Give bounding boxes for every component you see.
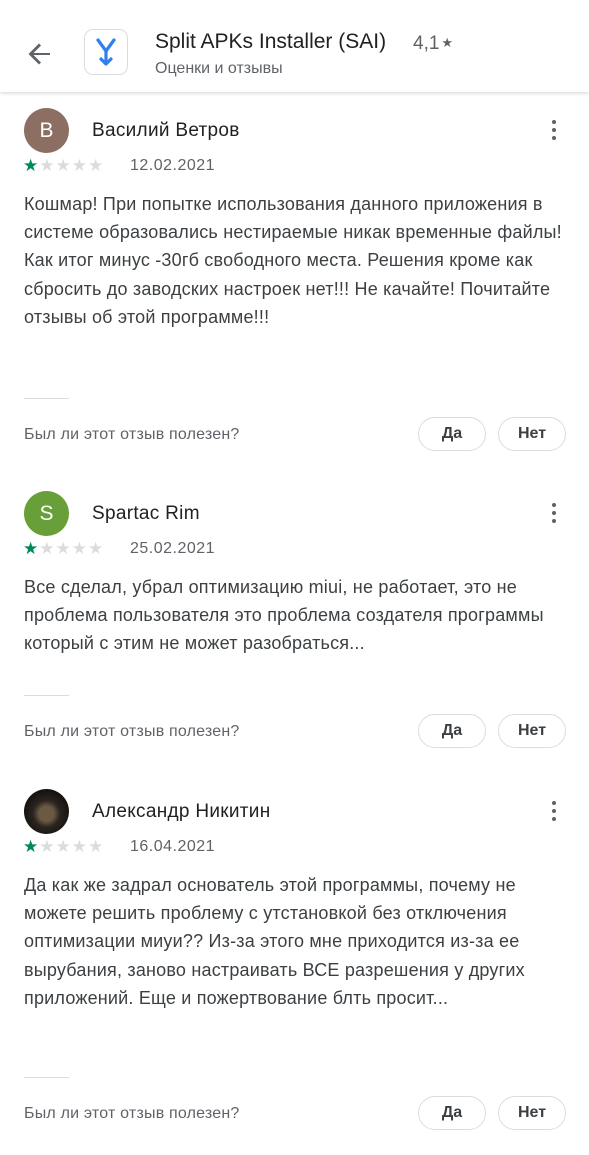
review-stars: ★★★★★ xyxy=(23,837,104,857)
more-options-icon[interactable] xyxy=(544,797,564,827)
app-rating-value: 4,1 xyxy=(413,33,440,54)
star-empty-icon: ★ xyxy=(55,837,71,856)
star-empty-icon: ★ xyxy=(88,837,104,856)
star-empty-icon: ★ xyxy=(88,156,104,175)
star-empty-icon: ★ xyxy=(71,156,87,175)
app-rating: 4,1 ★ xyxy=(413,33,453,55)
divider xyxy=(24,695,69,696)
star-empty-icon: ★ xyxy=(39,156,55,175)
helpful-no-button[interactable]: Нет xyxy=(498,1096,566,1130)
more-options-icon[interactable] xyxy=(544,116,564,146)
star-filled-icon: ★ xyxy=(23,539,39,558)
star-empty-icon: ★ xyxy=(55,156,71,175)
app-title: Split APKs Installer (SAI) xyxy=(155,30,387,53)
star-icon: ★ xyxy=(441,35,454,50)
star-filled-icon: ★ xyxy=(23,156,39,175)
helpful-question: Был ли этот отзыв полезен? xyxy=(24,1105,240,1122)
star-empty-icon: ★ xyxy=(55,539,71,558)
review-author: Василий Ветров xyxy=(92,120,240,141)
star-empty-icon: ★ xyxy=(88,539,104,558)
review-text: Все сделал, убрал оптимизацию miui, не р… xyxy=(24,577,544,654)
divider xyxy=(24,398,69,399)
avatar[interactable]: S xyxy=(24,491,69,536)
helpful-yes-button[interactable]: Да xyxy=(418,714,486,748)
review-text: Да как же задрал основатель этой програм… xyxy=(24,875,525,1008)
star-empty-icon: ★ xyxy=(39,837,55,856)
star-empty-icon: ★ xyxy=(71,837,87,856)
review-stars: ★★★★★ xyxy=(23,539,104,559)
page-subtitle: Оценки и отзывы xyxy=(155,60,283,77)
helpful-no-button[interactable]: Нет xyxy=(498,417,566,451)
back-arrow-icon[interactable] xyxy=(22,36,58,72)
avatar[interactable]: В xyxy=(24,108,69,153)
star-filled-icon: ★ xyxy=(23,837,39,856)
helpful-question: Был ли этот отзыв полезен? xyxy=(24,426,240,443)
helpful-yes-button[interactable]: Да xyxy=(418,1096,486,1130)
helpful-no-button[interactable]: Нет xyxy=(498,714,566,748)
app-icon[interactable] xyxy=(84,29,128,75)
review-text: Кошмар! При попытке использования данног… xyxy=(24,194,562,327)
review-stars: ★★★★★ xyxy=(23,156,104,176)
review-date: 25.02.2021 xyxy=(130,540,216,557)
star-empty-icon: ★ xyxy=(71,539,87,558)
avatar[interactable] xyxy=(24,789,69,834)
more-options-icon[interactable] xyxy=(544,499,564,529)
star-empty-icon: ★ xyxy=(39,539,55,558)
divider xyxy=(24,1077,69,1078)
review-date: 12.02.2021 xyxy=(130,157,216,174)
review-date: 16.04.2021 xyxy=(130,838,216,855)
review-author: Александр Никитин xyxy=(92,801,271,822)
review-author: Spartac Rim xyxy=(92,503,200,524)
helpful-yes-button[interactable]: Да xyxy=(418,417,486,451)
app-bar: Split APKs Installer (SAI) 4,1 ★ Оценки и… xyxy=(0,0,589,92)
helpful-question: Был ли этот отзыв полезен? xyxy=(24,723,240,740)
